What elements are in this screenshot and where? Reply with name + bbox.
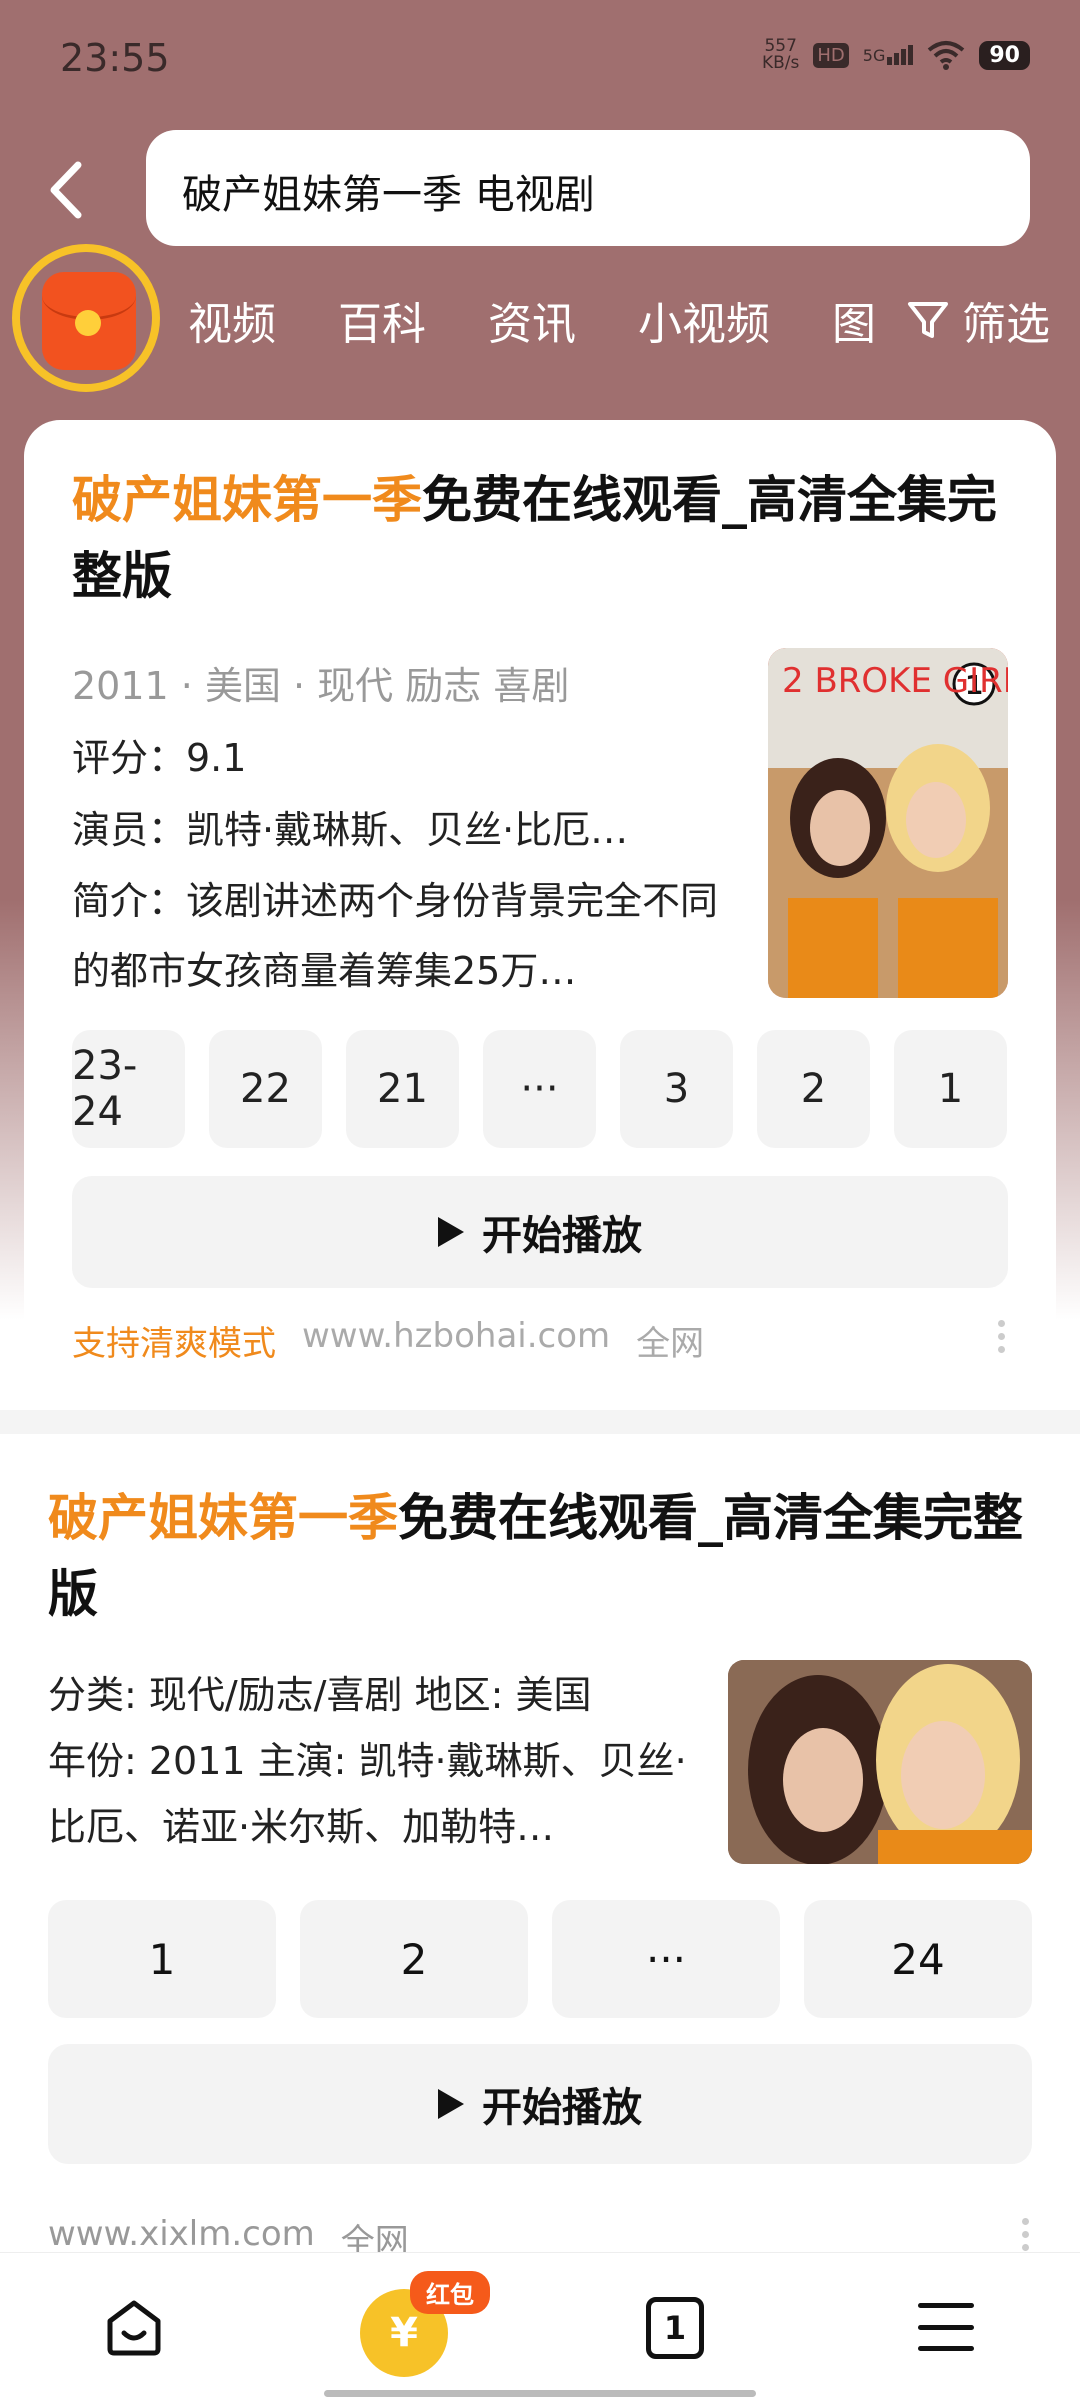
episode-button[interactable]: 3 [620, 1030, 733, 1148]
filter-icon [908, 302, 948, 338]
result-info-line: 年份: 2011 主演: 凯特·戴琳斯、贝丝·比厄、诺亚·米尔斯、加勒特… [48, 1739, 687, 1849]
back-icon[interactable] [40, 155, 90, 225]
play-label: 开始播放 [482, 2085, 642, 2131]
result-info-line: 分类: 现代/励志/喜剧 地区: 美国 [48, 1673, 592, 1717]
episode-button[interactable]: 21 [346, 1030, 459, 1148]
status-time: 23:55 [60, 36, 170, 80]
result-info-1: 2011 · 美国 · 现代 励志 喜剧 评分：9.1 演员：凯特·戴琳斯、贝丝… [72, 650, 732, 1006]
source-url: www.hzbohai.com [302, 1316, 611, 1356]
status-bar: 23:55 557 KB/s HD 5G 90 [0, 0, 1080, 120]
search-input[interactable]: 破产姐妹第一季 电视剧 [146, 130, 1030, 246]
battery-icon: 90 [979, 40, 1030, 70]
episode-button[interactable]: 2 [757, 1030, 870, 1148]
wifi-icon [928, 41, 965, 70]
search-query: 破产姐妹第一季 电视剧 [182, 172, 595, 218]
poster-image-1[interactable]: 1 2 BROKE GIRLS [768, 648, 1008, 998]
play-icon [438, 1217, 464, 1247]
tab-short-video[interactable]: 小视频 [638, 288, 770, 352]
tabs-count-icon[interactable]: 1 [646, 2297, 704, 2359]
more-options-icon[interactable] [1022, 2218, 1030, 2251]
episode-button[interactable]: 22 [209, 1030, 322, 1148]
play-button-1[interactable]: 开始播放 [72, 1176, 1008, 1288]
tab-image[interactable]: 图 [832, 288, 876, 352]
hd-icon: HD [813, 42, 849, 68]
filter-label: 筛选 [962, 299, 1050, 350]
status-icons: 557 KB/s HD 5G 90 [762, 38, 1030, 72]
home-icon[interactable] [104, 2297, 164, 2357]
net-speed-unit: KB/s [761, 53, 800, 73]
episode-button[interactable]: 1 [894, 1030, 1007, 1148]
red-envelope-icon[interactable] [42, 272, 136, 370]
episode-more-button[interactable]: ··· [552, 1900, 780, 2018]
more-options-icon[interactable] [998, 1320, 1006, 1353]
poster-image-2[interactable] [728, 1660, 1032, 1864]
play-label: 开始播放 [482, 1213, 642, 1259]
result-title-2[interactable]: 破产姐妹第一季免费在线观看_高清全集完整版 [48, 1480, 1038, 1632]
red-packet-badge: 红包 [410, 2271, 490, 2314]
filter-button[interactable]: 筛选 [904, 288, 1050, 352]
tab-news[interactable]: 资讯 [488, 288, 576, 352]
episode-button[interactable]: 2 [300, 1900, 528, 2018]
episode-more-button[interactable]: ··· [483, 1030, 596, 1148]
net-speed: 557 KB/s [762, 38, 799, 72]
result-rating: 评分：9.1 [72, 736, 247, 780]
source-line-1: 支持清爽模式 www.hzbohai.com 全网 [72, 1316, 704, 1365]
result-meta: 2011 · 美国 · 现代 励志 喜剧 [72, 664, 570, 708]
result-card-1: 破产姐妹第一季免费在线观看_高清全集完整版 2011 · 美国 · 现代 励志 … [24, 420, 1056, 1410]
network-type: 5G [862, 46, 886, 65]
tab-baike[interactable]: 百科 [338, 288, 426, 352]
result-title-highlight: 破产姐妹第一季 [72, 471, 422, 529]
episode-list-2: 1 2 ··· 24 [48, 1900, 1032, 2018]
bottom-nav: ¥ 红包 1 [0, 2252, 1080, 2400]
clean-mode-link[interactable]: 支持清爽模式 [72, 1316, 276, 1365]
result-title-1[interactable]: 破产姐妹第一季免费在线观看_高清全集完整版 [72, 462, 1012, 614]
category-tabs: 视频 百科 资讯 小视频 图 [188, 288, 876, 352]
source-scope: 全网 [636, 1324, 705, 1364]
episode-button[interactable]: 23-24 [72, 1030, 185, 1148]
episode-list-1: 23-24 22 21 ··· 3 2 1 [72, 1030, 1007, 1148]
episode-button[interactable]: 24 [804, 1900, 1032, 2018]
tab-video[interactable]: 视频 [188, 288, 276, 352]
result-title-highlight: 破产姐妹第一季 [48, 1489, 398, 1547]
play-icon [438, 2089, 464, 2119]
result-info-2: 分类: 现代/励志/喜剧 地区: 美国 年份: 2011 主演: 凯特·戴琳斯、… [48, 1662, 688, 1860]
home-indicator [324, 2390, 756, 2397]
episode-button[interactable]: 1 [48, 1900, 276, 2018]
play-button-2[interactable]: 开始播放 [48, 2044, 1032, 2164]
result-summary: 简介：该剧讲述两个身份背景完全不同的都市女孩商量着筹集25万… [72, 879, 719, 993]
signal-icon: 5G [863, 45, 914, 65]
divider [0, 1410, 1080, 1434]
poster-title-text: 2 BROKE GIRLS [782, 661, 1008, 701]
result-cast: 演员：凯特·戴琳斯、贝丝·比厄… [72, 808, 629, 852]
menu-icon[interactable] [918, 2303, 974, 2351]
